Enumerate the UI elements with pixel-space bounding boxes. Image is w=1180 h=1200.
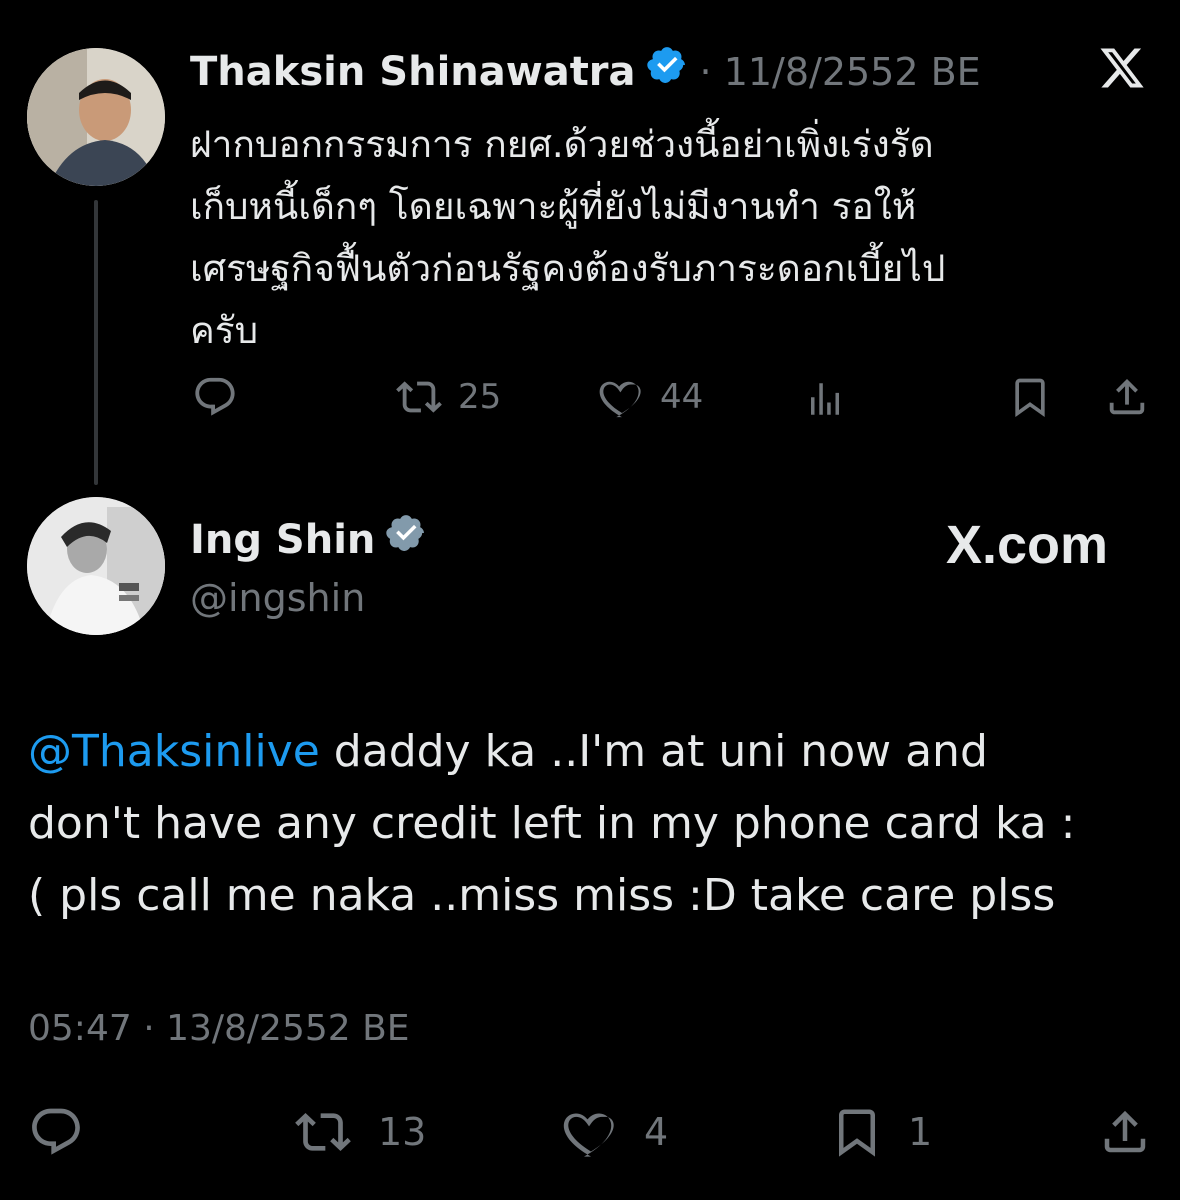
like-count: 44 — [660, 377, 704, 417]
views-icon — [804, 378, 846, 420]
author-name[interactable]: Thaksin Shinawatra — [190, 46, 636, 98]
tweet-timestamp[interactable]: 05:47 · 13/8/2552 BE — [28, 1004, 410, 1054]
x-logo-icon[interactable] — [1098, 44, 1146, 96]
share-icon — [1104, 374, 1150, 420]
reply-icon — [28, 1104, 84, 1160]
tweet-text-line: @Thaksinlive daddy ka ..I'm at uni now a… — [28, 716, 1158, 788]
reply-tweet-text: @Thaksinlive daddy ka ..I'm at uni now a… — [28, 716, 1158, 932]
author-name[interactable]: Ing Shin — [190, 514, 375, 566]
reply-button[interactable] — [192, 374, 238, 420]
reply-button[interactable] — [28, 1104, 84, 1160]
like-count: 4 — [644, 1110, 669, 1154]
views-button[interactable] — [804, 378, 846, 420]
xcom-watermark: X.com — [946, 515, 1109, 575]
tweet-date[interactable]: · 11/8/2552 BE — [700, 46, 981, 98]
author-handle[interactable]: @ingshin — [190, 572, 365, 624]
like-icon — [562, 1104, 620, 1160]
retweet-button[interactable]: 25 — [394, 374, 501, 420]
bookmark-count: 1 — [908, 1110, 933, 1154]
retweet-button[interactable]: 13 — [292, 1104, 426, 1160]
share-icon — [1098, 1104, 1152, 1160]
parent-tweet-header: Thaksin Shinawatra · 11/8/2552 BE — [190, 44, 981, 99]
thaksin-avatar[interactable] — [27, 48, 165, 186]
mention-link[interactable]: @Thaksinlive — [28, 726, 320, 777]
retweet-count: 13 — [378, 1110, 427, 1154]
share-button[interactable] — [1104, 374, 1150, 420]
tweet-text-segment: daddy ka ..I'm at uni now and — [319, 726, 988, 777]
retweet-count: 25 — [458, 377, 502, 417]
tweet-text-line: don't have any credit left in my phone c… — [28, 798, 1076, 849]
parent-tweet-text: ฝากบอกกรรมการ กยศ.ด้วยช่วงนี้อย่าเพิ่งเร… — [190, 114, 1150, 362]
bookmark-button[interactable] — [1008, 374, 1052, 420]
like-button[interactable]: 4 — [562, 1104, 668, 1160]
tweet-text-line: ( pls call me naka ..miss miss :D take c… — [28, 870, 1056, 921]
tweet-text-line: ฝากบอกกรรมการ กยศ.ด้วยช่วงนี้อย่าเพิ่งเร… — [190, 123, 934, 166]
bookmark-button[interactable]: 1 — [830, 1104, 932, 1160]
like-icon — [598, 374, 646, 420]
tweet-text-line: เศรษฐกิจฟื้นตัวก่อนรัฐคงต้องรับภาระดอกเบ… — [190, 247, 946, 290]
retweet-icon — [292, 1104, 354, 1160]
verified-badge-icon — [646, 44, 688, 99]
tweet-text-line: เก็บหนี้เด็กๆ โดยเฉพาะผู้ที่ยังไม่มีงานท… — [190, 185, 917, 228]
bookmark-icon — [830, 1104, 884, 1160]
reply-tweet-header: Ing Shin — [190, 512, 427, 567]
bookmark-icon — [1008, 374, 1052, 420]
tweet-text-line: ครับ — [190, 309, 259, 352]
thread-connector-line — [94, 200, 98, 485]
ingshin-avatar[interactable] — [27, 497, 165, 635]
verified-badge-icon — [385, 512, 427, 567]
share-button[interactable] — [1098, 1104, 1152, 1160]
like-button[interactable]: 44 — [598, 374, 703, 420]
retweet-icon — [394, 374, 444, 420]
reply-icon — [192, 374, 238, 420]
